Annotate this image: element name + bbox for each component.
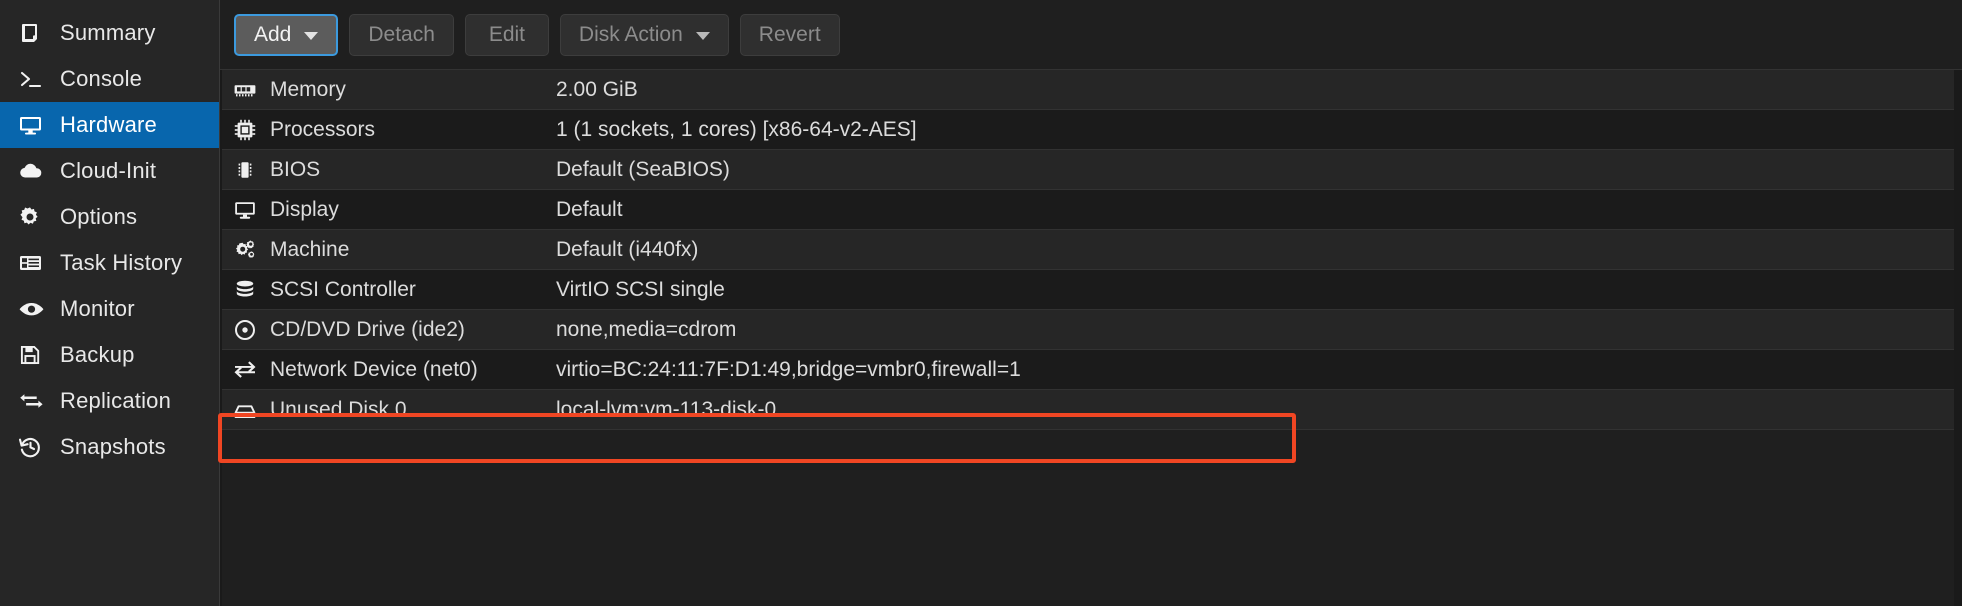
- row-name: Display: [270, 197, 339, 221]
- harddisk-icon: [220, 398, 270, 422]
- sidebar-item-label: Replication: [60, 388, 172, 413]
- table-row[interactable]: BIOS Default (SeaBIOS): [220, 150, 1962, 190]
- row-name: Network Device (net0): [270, 357, 478, 381]
- sidebar-item-label: Hardware: [60, 112, 157, 137]
- edit-button-label: Edit: [488, 22, 526, 46]
- table-row[interactable]: Unused Disk 0 local-lvm:vm-113-disk-0: [220, 390, 1962, 430]
- add-button[interactable]: Add: [234, 13, 339, 56]
- floppy-icon: [18, 343, 52, 367]
- row-value: none,media=cdrom: [556, 317, 737, 341]
- vertical-scrollbar[interactable]: [1954, 70, 1962, 606]
- table-row[interactable]: CD/DVD Drive (ide2) none,media=cdrom: [220, 310, 1962, 350]
- table-row[interactable]: Display Default: [220, 190, 1962, 230]
- sidebar-item-console[interactable]: Console: [0, 56, 219, 102]
- sidebar-item-task-history[interactable]: Task History: [0, 240, 219, 286]
- sidebar-item-label: Task History: [60, 250, 183, 275]
- sidebar-item-cloud-init[interactable]: Cloud-Init: [0, 148, 219, 194]
- hardware-toolbar: Add Detach Edit Disk Action Revert: [220, 0, 1962, 70]
- row-name: SCSI Controller: [270, 277, 416, 301]
- table-row[interactable]: Memory 2.00 GiB: [220, 70, 1962, 110]
- row-value: VirtIO SCSI single: [556, 277, 725, 301]
- table-row[interactable]: SCSI Controller VirtIO SCSI single: [220, 270, 1962, 310]
- revert-button[interactable]: Revert: [739, 13, 840, 56]
- gears-icon: [220, 238, 270, 262]
- row-value: Default (i440fx): [556, 237, 699, 261]
- sidebar-item-snapshots[interactable]: Snapshots: [0, 424, 219, 470]
- row-name: Unused Disk 0: [270, 397, 407, 421]
- gear-icon: [18, 205, 52, 229]
- sidebar-item-label: Summary: [60, 20, 156, 45]
- row-value: Default: [556, 197, 623, 221]
- sidebar-item-monitor[interactable]: Monitor: [0, 286, 219, 332]
- cloud-icon: [18, 159, 52, 183]
- sidebar-item-replication[interactable]: Replication: [0, 378, 219, 424]
- revert-button-label: Revert: [758, 22, 821, 46]
- row-value: local-lvm:vm-113-disk-0: [556, 397, 777, 421]
- main-panel: Add Detach Edit Disk Action Revert Memor…: [218, 0, 1962, 606]
- row-name: Machine: [270, 237, 350, 261]
- proxmox-vm-panel: Summary Console Hardware Cloud-Init Opti…: [0, 0, 1962, 606]
- monitor-icon: [18, 113, 52, 137]
- table-row[interactable]: Processors 1 (1 sockets, 1 cores) [x86-6…: [220, 110, 1962, 150]
- sidebar-item-hardware[interactable]: Hardware: [0, 102, 219, 148]
- row-name: Memory: [270, 77, 346, 101]
- disk-action-button-label: Disk Action: [578, 22, 683, 46]
- sidebar-item-summary[interactable]: Summary: [0, 10, 219, 56]
- network-icon: [220, 358, 270, 382]
- edit-button[interactable]: Edit: [464, 13, 549, 56]
- row-name: CD/DVD Drive (ide2): [270, 317, 465, 341]
- sync-icon: [18, 389, 52, 413]
- book-icon: [18, 21, 52, 45]
- disc-icon: [220, 318, 270, 342]
- display-icon: [220, 198, 270, 222]
- chevron-down-icon: [304, 31, 319, 40]
- hardware-table: Memory 2.00 GiB Processors 1 (1 sockets,…: [220, 70, 1962, 606]
- terminal-icon: [18, 67, 52, 91]
- row-value: 1 (1 sockets, 1 cores) [x86-64-v2-AES]: [556, 117, 917, 141]
- table-row[interactable]: Machine Default (i440fx): [220, 230, 1962, 270]
- memory-icon: [220, 78, 270, 102]
- table-left-gutter: [220, 70, 222, 606]
- disk-action-button[interactable]: Disk Action: [559, 13, 729, 56]
- detach-button-label: Detach: [368, 22, 435, 46]
- sidebar-item-label: Monitor: [60, 296, 135, 321]
- row-value: virtio=BC:24:11:7F:D1:49,bridge=vmbr0,fi…: [556, 357, 1021, 381]
- database-icon: [220, 278, 270, 302]
- chip-icon: [220, 158, 270, 182]
- table-row[interactable]: Network Device (net0) virtio=BC:24:11:7F…: [220, 350, 1962, 390]
- sidebar-item-label: Console: [60, 66, 143, 91]
- sidebar-item-label: Cloud-Init: [60, 158, 157, 183]
- detach-button[interactable]: Detach: [349, 13, 454, 56]
- cpu-icon: [220, 118, 270, 142]
- history-icon: [18, 435, 52, 459]
- sidebar-item-label: Backup: [60, 342, 135, 367]
- sidebar: Summary Console Hardware Cloud-Init Opti…: [0, 0, 220, 606]
- row-name: BIOS: [270, 157, 321, 181]
- row-value: 2.00 GiB: [556, 77, 638, 101]
- row-name: Processors: [270, 117, 376, 141]
- sidebar-item-label: Snapshots: [60, 434, 166, 459]
- chevron-down-icon: [695, 31, 710, 40]
- sidebar-item-options[interactable]: Options: [0, 194, 219, 240]
- eye-icon: [18, 297, 52, 321]
- sidebar-item-label: Options: [60, 204, 138, 229]
- list-icon: [18, 251, 52, 275]
- sidebar-item-backup[interactable]: Backup: [0, 332, 219, 378]
- add-button-label: Add: [254, 22, 292, 46]
- row-value: Default (SeaBIOS): [556, 157, 730, 181]
